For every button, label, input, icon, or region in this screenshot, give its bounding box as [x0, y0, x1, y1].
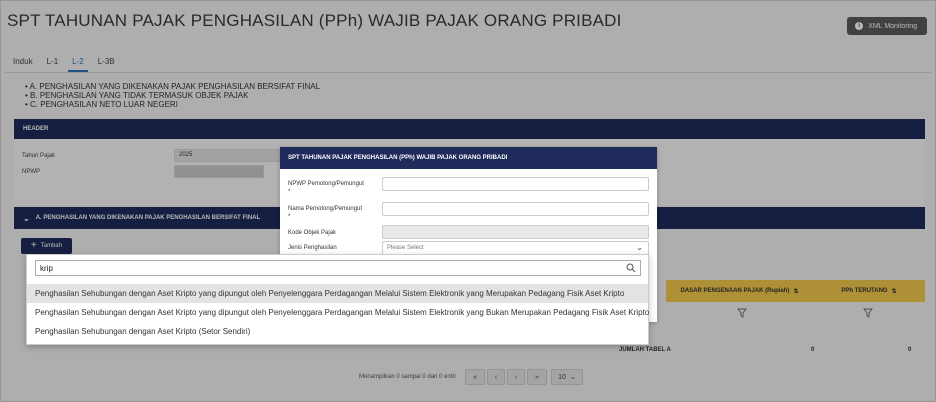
section-a-title: A. PENGHASILAN YANG DIKENAKAN PAJAK PENG… [35, 215, 261, 221]
page-title: SPT TAHUNAN PAJAK PENGHASILAN (PPh) WAJI… [7, 11, 622, 30]
tahun-pajak-label: Tahun Pajak [22, 153, 56, 159]
info-icon: i [855, 22, 864, 30]
jenis-penghasilan-select[interactable]: Please Select ⌄ [382, 241, 649, 255]
last-page-button[interactable]: » [527, 369, 547, 385]
header-section-bar: HEADER [14, 119, 925, 139]
kode-objek-input [382, 225, 649, 239]
col-pph-terutang[interactable]: PPh TERUTANG ⇅ [813, 280, 925, 302]
filter-icon[interactable] [737, 308, 747, 318]
add-button-label: Tambah [40, 243, 63, 249]
tahun-pajak-field: 2025 [174, 149, 284, 162]
dropdown-option[interactable]: Penghasilan Sehubungan dengan Aset Kript… [27, 322, 648, 341]
section-list-item[interactable]: B. PENGHASILAN YANG TIDAK TERMASUK OBJEK… [25, 91, 320, 100]
kode-objek-label: Kode Objek Pajak [288, 230, 337, 236]
page-size-select[interactable]: 10 ⌄ [551, 369, 583, 385]
section-list-item[interactable]: C. PENGHASILAN NETO LUAR NEGERI [25, 100, 320, 109]
prev-page-button[interactable]: ‹ [487, 369, 505, 385]
dropdown-option[interactable]: Penghasilan Sehubungan dengan Aset Kript… [27, 303, 649, 322]
xml-monitoring-label: XML Monitoring [868, 22, 917, 30]
jenis-penghasilan-dropdown: krip Penghasilan Sehubungan dengan Aset … [26, 254, 649, 345]
sort-icon: ⇅ [793, 288, 799, 295]
col-pph-label: PPh TERUTANG [841, 288, 888, 294]
page-size-value: 10 [558, 373, 566, 381]
npwp-pemotong-label: NPWP Pemotong/Pemungut * [288, 181, 364, 195]
sort-icon: ⇅ [891, 288, 897, 295]
npwp-field [174, 165, 264, 178]
tab-bar: Induk L-1 L-2 L-3B [13, 57, 115, 72]
col-dasar-pengenaan[interactable]: DASAR PENGENAAN PAJAK (Rupiah) ⇅ [666, 280, 813, 302]
next-page-button[interactable]: › [507, 369, 525, 385]
first-page-button[interactable]: « [465, 369, 485, 385]
chevron-down-icon: ⌄ [636, 243, 643, 252]
section-list: A. PENGHASILAN YANG DIKENAKAN PAJAK PENG… [25, 82, 320, 109]
jenis-placeholder: Please Select [387, 245, 424, 251]
jumlah-dasar-value: 0 [811, 347, 815, 353]
pagination-info: Menampilkan 0 sampai 0 dari 0 entri [359, 374, 456, 380]
tab-l3b[interactable]: L-3B [98, 57, 115, 72]
jumlah-tabel-label: JUMLAH TABEL A [619, 347, 671, 353]
col-dasar-label: DASAR PENGENAAN PAJAK (Rupiah) [680, 288, 790, 294]
dropdown-search-input[interactable]: krip [35, 260, 641, 276]
chevron-down-icon: ⌄ [569, 374, 576, 381]
add-button[interactable]: + Tambah [21, 238, 72, 254]
tab-divider [5, 72, 931, 73]
tab-l2[interactable]: L-2 [68, 57, 88, 72]
section-list-item[interactable]: A. PENGHASILAN YANG DIKENAKAN PAJAK PENG… [25, 82, 320, 91]
search-icon [626, 263, 636, 273]
npwp-label: NPWP [22, 169, 40, 175]
tab-l1[interactable]: L-1 [47, 57, 59, 72]
jumlah-pph-value: 0 [908, 347, 912, 353]
search-value: krip [40, 264, 53, 273]
plus-icon: + [30, 240, 37, 251]
chevron-down-icon: ⌄ [23, 213, 30, 223]
filter-icon[interactable] [863, 308, 873, 318]
nama-pemotong-input[interactable] [382, 202, 649, 216]
tab-induk[interactable]: Induk [13, 57, 33, 72]
modal-title: SPT TAHUNAN PAJAK PENGHASILAN (PPh) WAJI… [280, 147, 657, 169]
jenis-penghasilan-label: Jenis Penghasilan [288, 245, 337, 251]
npwp-pemotong-input[interactable] [382, 177, 649, 191]
nama-pemotong-label: Nama Pemotong/Pemungut * [288, 206, 363, 220]
dropdown-option[interactable]: Penghasilan Sehubungan dengan Aset Kript… [27, 284, 648, 303]
xml-monitoring-button[interactable]: i XML Monitoring [847, 17, 927, 35]
